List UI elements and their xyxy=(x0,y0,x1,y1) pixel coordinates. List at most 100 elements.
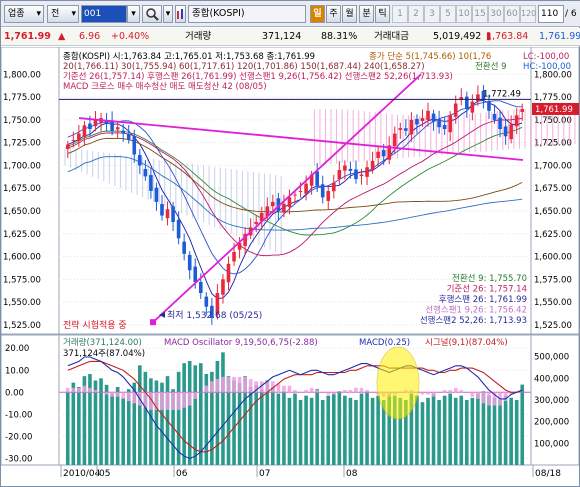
volume-bar xyxy=(348,397,353,465)
volume-bar xyxy=(248,387,253,465)
oscillator-bar xyxy=(503,392,508,402)
period-monthly-button[interactable]: 월 xyxy=(342,5,357,23)
candle-body xyxy=(503,126,508,137)
period-daily-button[interactable]: 일 xyxy=(310,5,325,23)
price-info-row: 1,761.99 ▲ 6.96 +0.40% 거래량 371,124 88.31… xyxy=(1,28,580,46)
candle-body xyxy=(343,165,347,171)
interval-label: 30 xyxy=(490,9,502,19)
candle-body xyxy=(121,130,125,134)
interval-2-button[interactable]: 2 xyxy=(408,5,424,23)
mode-select[interactable]: 전 ▾ xyxy=(47,5,79,23)
volume-subtitle: 371,124주(87.04%) xyxy=(63,349,145,359)
oscillator-bar xyxy=(182,392,186,408)
oscillator-bar xyxy=(426,392,430,395)
candle-body xyxy=(271,201,275,207)
macd-tick-label: -30.00 xyxy=(5,454,32,464)
macd-tick-label: -10.00 xyxy=(5,410,32,420)
candle-body xyxy=(293,194,297,196)
macd-legend: MACD(0.25) xyxy=(359,338,410,348)
oscillator-bar xyxy=(481,392,486,404)
candle-body xyxy=(331,182,336,192)
interval-1-button[interactable]: 1 xyxy=(392,5,408,23)
volume-bar xyxy=(465,400,469,465)
candle-body xyxy=(182,241,186,254)
volume-bar xyxy=(221,352,225,465)
interval-30-button[interactable]: 30 xyxy=(488,5,504,23)
candle-body xyxy=(453,103,458,117)
oscillator-bar xyxy=(248,379,253,393)
y-tick-label: 1,525.00 xyxy=(3,321,41,331)
count-input[interactable]: 110 xyxy=(538,5,564,23)
candle-body xyxy=(198,281,203,293)
side-label: 전환선 9 xyxy=(475,61,507,72)
market-select[interactable]: 업종 ▾ xyxy=(4,5,44,23)
interval-15-button[interactable]: 15 xyxy=(472,5,488,23)
oscillator-bar xyxy=(487,392,491,406)
stock-chart[interactable]: 1,800.00 1,800.001,775.00 1,775.001,750.00… xyxy=(1,47,579,487)
code-input[interactable]: 001 xyxy=(81,5,127,23)
interval-5-button[interactable]: 5 xyxy=(440,5,456,23)
candle-body xyxy=(65,144,70,150)
oscillator-bar xyxy=(431,392,436,397)
candle-body xyxy=(520,108,525,112)
candle-body xyxy=(409,119,414,135)
period-minute-button[interactable]: 분 xyxy=(359,5,374,23)
volume-bar xyxy=(420,402,425,465)
volume-bar xyxy=(437,400,441,465)
volume-bar xyxy=(187,361,192,465)
interval-60-button[interactable]: 60 xyxy=(504,5,520,23)
price-level-label: 1,772.49 xyxy=(483,89,521,99)
volume-bar xyxy=(138,365,142,465)
code-dropdown-button[interactable]: ▾ xyxy=(127,5,140,23)
volume-bar xyxy=(254,384,259,465)
candle-body xyxy=(193,266,198,283)
candle-body xyxy=(442,125,447,129)
oscillator-bar xyxy=(331,392,336,395)
index-name-field: 종합(KOSPI) xyxy=(188,5,306,23)
interval-label: 3 xyxy=(429,9,435,19)
candle-body xyxy=(431,113,436,122)
x-axis-label: 08 xyxy=(346,469,358,479)
chevron-down-icon: ▾ xyxy=(131,9,136,19)
oscillator-bar xyxy=(315,390,319,393)
volume-bar xyxy=(331,393,336,465)
volume-bar xyxy=(487,395,491,465)
candle-body xyxy=(115,127,120,130)
search-button[interactable] xyxy=(142,5,162,23)
ticker-button[interactable] xyxy=(175,5,186,23)
volume-bar xyxy=(426,397,430,465)
y-tick-label-right: 1,675.00 xyxy=(534,184,572,194)
candle-body xyxy=(465,96,469,109)
candle-body xyxy=(221,279,225,295)
y-tick-label-right: 1,775.00 xyxy=(534,93,572,103)
period-tick-button[interactable]: 틱 xyxy=(375,5,390,23)
interval-10-button[interactable]: 10 xyxy=(456,5,472,23)
volume-bar xyxy=(309,397,314,465)
candle-body xyxy=(404,128,408,131)
volume-bar xyxy=(104,384,109,465)
interval-120-button[interactable]: 120 xyxy=(520,5,536,23)
interval-3-button[interactable]: 3 xyxy=(424,5,440,23)
volume-bar xyxy=(365,391,369,465)
period-label: 월 xyxy=(345,9,354,19)
volume-bar xyxy=(470,397,475,465)
amount-value: 5,019,492 xyxy=(433,31,482,42)
volume-bar xyxy=(503,395,508,465)
highlight-ellipse xyxy=(376,346,420,420)
oscillator-bar xyxy=(88,387,92,393)
oscillator-bar xyxy=(420,392,425,395)
oscillator-bar xyxy=(226,376,231,393)
volume-bar xyxy=(88,374,92,465)
volume-bar xyxy=(415,395,419,465)
period-weekly-button[interactable]: 주 xyxy=(326,5,341,23)
volume-bar xyxy=(343,395,347,465)
volume-bar xyxy=(514,400,519,465)
index-name: 종합(KOSPI) xyxy=(192,8,245,19)
y-tick-label-right: 1,625.00 xyxy=(534,230,572,240)
period-label: 틱 xyxy=(378,9,387,19)
oscillator-bar xyxy=(348,390,353,393)
candle-body xyxy=(232,252,236,262)
interval-label: 5 xyxy=(445,9,451,19)
volume-tick-label: 100,000 xyxy=(534,439,569,449)
search-dropdown-button[interactable]: ▾ xyxy=(163,5,173,23)
